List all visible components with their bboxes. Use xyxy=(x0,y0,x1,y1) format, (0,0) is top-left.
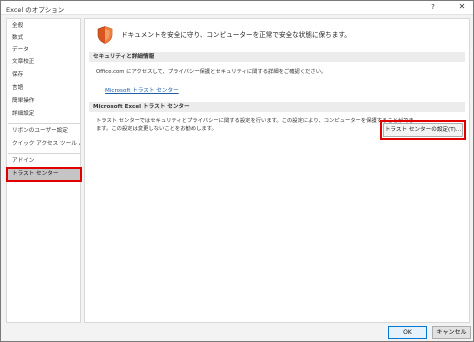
trust-center-description-line1: トラスト センターではセキュリティとプライバシーに関する設定を行います。この設定… xyxy=(96,118,414,124)
window-title: Excel のオプション xyxy=(6,6,65,14)
sidebar-item-addins[interactable]: アドイン xyxy=(8,156,80,167)
microsoft-trust-center-link[interactable]: Microsoft トラスト センター xyxy=(105,86,179,94)
sidebar-item-proofing[interactable]: 文章校正 xyxy=(8,57,80,68)
sidebar-item-save[interactable]: 保存 xyxy=(8,70,80,81)
sidebar-divider xyxy=(8,123,80,124)
trust-center-description-line2: ます。この設定は変更しないことをお勧めします。 xyxy=(96,126,217,132)
help-button[interactable]: ? xyxy=(427,3,439,13)
title-bar: Excel のオプション ? ✕ xyxy=(1,1,473,15)
sidebar-item-data[interactable]: データ xyxy=(8,45,80,56)
security-description: Office.com にアクセスして、プライバシー保護とセキュリティに関する詳細… xyxy=(96,69,327,75)
options-sidebar: 全般 数式 データ 文章校正 保存 言語 簡単操作 詳細設定 リボンのユーザー設… xyxy=(6,18,82,323)
sidebar-item-formulas[interactable]: 数式 xyxy=(8,33,80,44)
shield-icon xyxy=(97,26,113,44)
close-button[interactable]: ✕ xyxy=(455,2,469,14)
sidebar-item-quick-access-toolbar[interactable]: クイック アクセス ツール バー xyxy=(8,139,80,150)
cancel-button[interactable]: キャンセル xyxy=(432,326,471,339)
sidebar-item-language[interactable]: 言語 xyxy=(8,83,80,94)
sidebar-divider xyxy=(8,153,80,154)
sidebar-item-customize-ribbon[interactable]: リボンのユーザー設定 xyxy=(8,126,80,137)
security-section-title: セキュリティと詳細情報 xyxy=(89,52,465,62)
excel-options-dialog: Excel のオプション ? ✕ 全般 数式 データ 文章校正 保存 言語 簡単… xyxy=(0,0,474,342)
sidebar-item-general[interactable]: 全般 xyxy=(8,21,80,32)
trust-center-panel: ドキュメントを安全に守り、コンピューターを正常で安全な状態に保ちます。 セキュリ… xyxy=(84,18,470,323)
ok-button[interactable]: OK xyxy=(388,326,427,339)
trust-center-settings-button[interactable]: トラスト センターの設定(T)... xyxy=(380,120,466,140)
trust-center-section-title: Microsoft Excel トラスト センター xyxy=(89,102,465,112)
sidebar-item-advanced[interactable]: 詳細設定 xyxy=(8,109,80,120)
page-header: ドキュメントを安全に守り、コンピューターを正常で安全な状態に保ちます。 xyxy=(121,31,351,39)
sidebar-item-trust-center[interactable]: トラスト センター xyxy=(6,167,82,182)
sidebar-item-accessibility[interactable]: 簡単操作 xyxy=(8,96,80,107)
